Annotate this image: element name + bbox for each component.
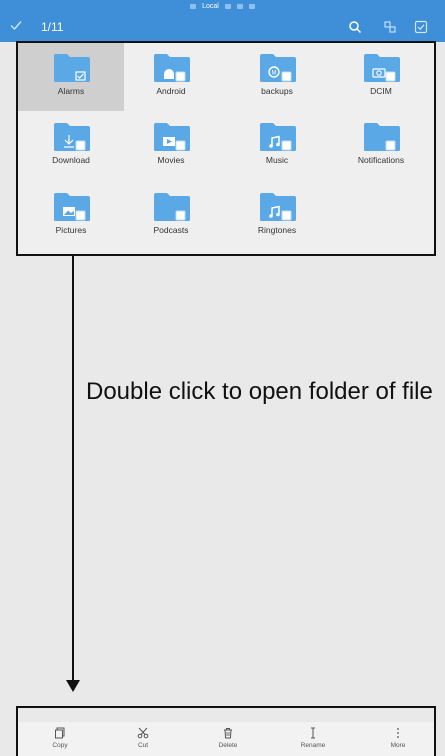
settings-search-icon[interactable]	[348, 20, 362, 34]
folder-icon	[154, 54, 190, 82]
selection-count: 1/11	[41, 20, 64, 34]
folder-item-notifications[interactable]: Notifications	[328, 112, 434, 180]
folder-item-alarms[interactable]: Alarms	[18, 43, 124, 111]
folder-icon	[364, 54, 400, 82]
annotation-arrow-line	[72, 256, 74, 682]
folder-grid: Alarms Android Mbackups DCIM Download Movies M…	[18, 43, 434, 254]
folder-icon	[260, 123, 296, 151]
folder-icon	[260, 193, 296, 221]
folder-item-android[interactable]: Android	[118, 43, 224, 111]
delete-label: Delete	[218, 742, 238, 749]
lock-icon	[248, 4, 255, 9]
location-label: Local	[202, 3, 219, 10]
svg-text:M: M	[272, 71, 277, 77]
copy-button[interactable]: Copy	[30, 727, 90, 755]
storage-icon	[224, 4, 231, 9]
folder-item-backups[interactable]: Mbackups	[224, 43, 330, 111]
folder-icon	[54, 193, 90, 221]
exit-selection-check-icon[interactable]	[9, 18, 23, 32]
folder-item-download[interactable]: Download	[18, 112, 124, 180]
storage-icon	[236, 4, 243, 9]
selection-app-bar: 1/11	[0, 13, 445, 42]
scissors-icon	[137, 727, 149, 739]
rename-label: Rename	[300, 742, 326, 749]
more-vertical-icon	[397, 728, 399, 738]
folder-label: Pictures	[55, 225, 87, 235]
folder-label: Podcasts	[153, 225, 189, 235]
folder-icon	[54, 54, 90, 82]
folder-label: Music	[265, 155, 289, 165]
cut-label: Cut	[137, 742, 149, 749]
folder-icon: M	[260, 54, 296, 82]
folder-label: backups	[261, 86, 293, 96]
more-button[interactable]: More	[368, 727, 428, 755]
more-label: More	[390, 742, 406, 749]
annotation-text: Double click to open folder of file	[86, 378, 433, 405]
folder-item-movies[interactable]: Movies	[118, 112, 224, 180]
folder-icon	[154, 123, 190, 151]
folder-label: Ringtones	[257, 225, 297, 235]
bottom-toolbar: Copy Cut Delete Rename More	[18, 722, 434, 756]
folder-label: Android	[156, 86, 186, 96]
folder-label: Alarms	[57, 86, 85, 96]
select-range-icon[interactable]	[383, 20, 397, 34]
folder-grid-frame: Alarms Android Mbackups DCIM Download Movies M…	[16, 41, 436, 256]
folder-icon	[154, 193, 190, 221]
folder-item-pictures[interactable]: Pictures	[18, 182, 124, 250]
folder-item-dcim[interactable]: DCIM	[328, 43, 434, 111]
folder-icon	[364, 123, 400, 151]
cut-button[interactable]: Cut	[113, 727, 173, 755]
select-all-icon[interactable]	[414, 20, 428, 34]
copy-icon	[55, 727, 65, 739]
copy-label: Copy	[52, 742, 68, 749]
folder-label: Movies	[157, 155, 185, 165]
folder-item-music[interactable]: Music	[224, 112, 330, 180]
folder-label: DCIM	[370, 86, 392, 96]
folder-item-podcasts[interactable]: Podcasts	[118, 182, 224, 250]
home-icon	[190, 4, 197, 9]
folder-label: Notifications	[357, 155, 405, 165]
folder-item-ringtones[interactable]: Ringtones	[224, 182, 330, 250]
folder-label: Download	[52, 155, 90, 165]
rename-button[interactable]: Rename	[283, 727, 343, 755]
trash-icon	[224, 728, 232, 739]
delete-button[interactable]: Delete	[198, 727, 258, 755]
text-cursor-icon	[311, 727, 315, 739]
status-strip: Local	[0, 0, 445, 13]
folder-icon	[54, 123, 90, 151]
annotation-arrow-head	[66, 680, 80, 692]
